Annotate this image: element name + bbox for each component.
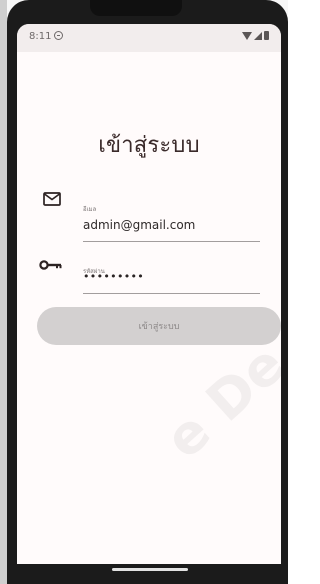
password-field[interactable]: รหัสผ่าน •••••••••	[83, 260, 260, 294]
wifi-icon	[242, 32, 252, 40]
signal-icon	[254, 32, 262, 40]
status-icons	[242, 31, 269, 40]
device-edge	[0, 0, 7, 584]
login-button[interactable]: เข้าสู่ระบบ	[37, 307, 281, 345]
app-screen: 8:11 e De เข้าสู่ระบบ อีเมล admin@gmail.…	[17, 24, 281, 564]
camera-notch	[90, 0, 182, 16]
alert-icon	[54, 31, 63, 40]
page-title: เข้าสู่ระบบ	[98, 133, 200, 158]
key-icon	[39, 260, 62, 270]
phone-body: 8:11 e De เข้าสู่ระบบ อีเมล admin@gmail.…	[7, 0, 288, 584]
battery-icon	[264, 31, 269, 40]
email-value: admin@gmail.com	[83, 218, 196, 232]
email-label: อีเมล	[83, 206, 97, 213]
home-indicator[interactable]	[112, 568, 188, 571]
status-bar: 8:11	[17, 24, 281, 52]
background-watermark: e De	[153, 332, 281, 471]
status-time: 8:11	[29, 31, 52, 42]
email-field[interactable]: อีเมล admin@gmail.com	[83, 198, 260, 242]
mail-icon	[43, 192, 61, 206]
device-frame: 8:11 e De เข้าสู่ระบบ อีเมล admin@gmail.…	[0, 0, 288, 584]
password-value: •••••••••	[83, 270, 145, 283]
